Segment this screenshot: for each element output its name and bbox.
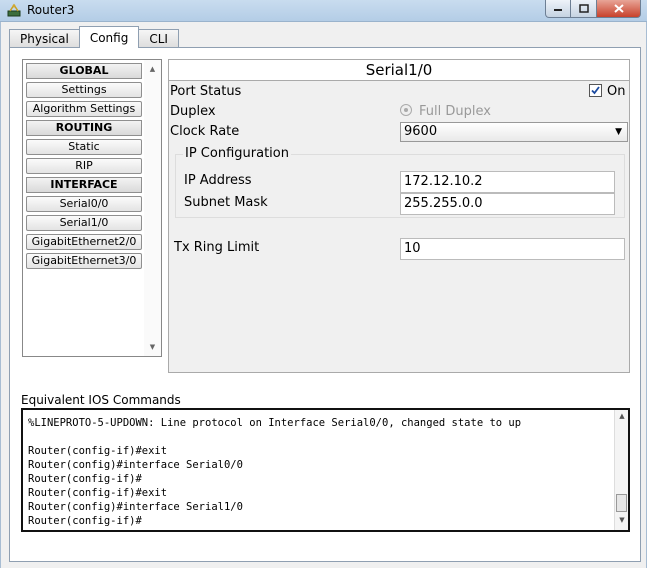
maximize-icon [578,4,589,13]
console-scrollbar[interactable]: ▲ ▼ [614,410,628,530]
maximize-button[interactable] [571,0,597,18]
full-duplex-label: Full Duplex [419,104,491,119]
tab-strip: Physical Config CLI [9,26,179,48]
subnet-mask-label: Subnet Mask [184,195,268,210]
port-status-label: Port Status [170,84,242,99]
scroll-down-icon[interactable]: ▼ [615,516,628,524]
ios-commands-label: Equivalent IOS Commands [21,393,181,407]
clock-rate-select[interactable]: 9600 ▼ [400,122,628,142]
ios-commands-console[interactable]: %LINEPROTO-5-UPDOWN: Line protocol on In… [21,408,630,532]
title-bar[interactable]: Router3 [0,0,647,22]
nav-header-global: GLOBAL [26,63,142,79]
tab-config[interactable]: Config [78,26,140,48]
duplex-label: Duplex [170,104,216,119]
ios-commands-text: %LINEPROTO-5-UPDOWN: Line protocol on In… [28,417,522,527]
scroll-up-icon[interactable]: ▲ [615,412,628,420]
tx-ring-limit-input[interactable]: 10 [400,238,625,260]
checkmark-icon [591,86,600,95]
nav-scrollbar[interactable]: ▲ ▼ [144,60,161,356]
ip-configuration-legend: IP Configuration [183,146,291,161]
nav-header-interface: INTERFACE [26,177,142,193]
interface-config-panel: Serial1/0 Port Status On Duplex Full Dup… [168,59,630,373]
nav-item-gigabitethernet3-0[interactable]: GigabitEthernet3/0 [26,253,142,269]
close-icon [613,4,624,13]
tab-cli[interactable]: CLI [138,29,179,48]
ip-address-label: IP Address [184,173,252,188]
scroll-down-icon[interactable]: ▼ [144,340,161,354]
minimize-button[interactable] [545,0,571,18]
scroll-up-icon[interactable]: ▲ [144,62,161,76]
subnet-mask-input[interactable]: 255.255.0.0 [400,193,615,215]
minimize-icon [554,8,562,11]
config-nav-items: GLOBAL Settings Algorithm Settings ROUTI… [23,60,145,356]
full-duplex-radio[interactable] [400,104,412,116]
panel-title: Serial1/0 [169,60,629,81]
nav-header-routing: ROUTING [26,120,142,136]
close-button[interactable] [597,0,641,18]
tab-physical[interactable]: Physical [9,29,80,48]
nav-item-serial0-0[interactable]: Serial0/0 [26,196,142,212]
nav-item-rip[interactable]: RIP [26,158,142,174]
nav-item-serial1-0[interactable]: Serial1/0 [26,215,142,231]
window-title: Router3 [27,3,75,17]
console-scroll-thumb[interactable] [616,494,627,512]
nav-item-static[interactable]: Static [26,139,142,155]
nav-item-settings[interactable]: Settings [26,82,142,98]
port-status-checkbox[interactable] [589,84,602,97]
port-status-on-label: On [607,84,626,99]
config-tab-panel: GLOBAL Settings Algorithm Settings ROUTI… [9,47,641,562]
chevron-down-icon: ▼ [615,127,622,137]
window-client: Physical Config CLI GLOBAL Settings Algo… [0,22,647,568]
clock-rate-value: 9600 [404,124,438,139]
nav-item-gigabitethernet2-0[interactable]: GigabitEthernet2/0 [26,234,142,250]
nav-item-algorithm-settings[interactable]: Algorithm Settings [26,101,142,117]
router-icon [7,3,21,17]
config-nav-list: GLOBAL Settings Algorithm Settings ROUTI… [22,59,162,357]
tx-ring-limit-label: Tx Ring Limit [174,240,260,255]
clock-rate-label: Clock Rate [170,124,240,139]
ip-address-input[interactable]: 172.12.10.2 [400,171,615,193]
